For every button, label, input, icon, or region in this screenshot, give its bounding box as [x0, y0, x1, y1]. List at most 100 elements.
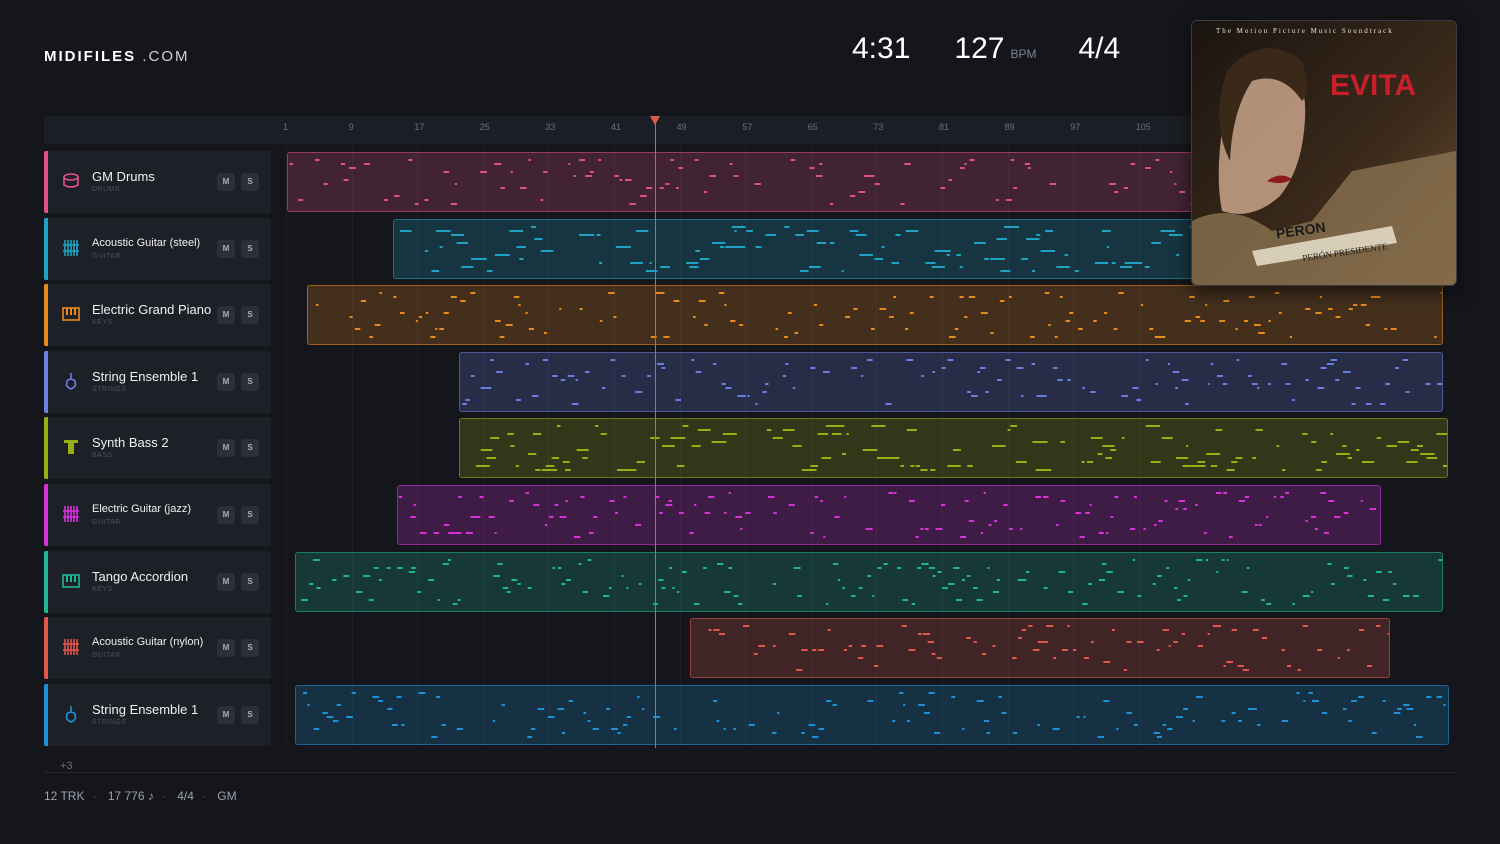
track-name: Acoustic Guitar (nylon): [92, 636, 204, 649]
track-color-bar: [44, 683, 48, 746]
solo-button[interactable]: S: [241, 506, 259, 524]
track-name: String Ensemble 1: [92, 701, 199, 717]
time-signature: 4/4: [1078, 32, 1121, 65]
track-header[interactable]: Tango Accordion KEYS M S: [44, 550, 271, 613]
track-category: STRINGS: [92, 718, 127, 726]
guitar-fretboard-icon: [62, 239, 80, 257]
mute-button[interactable]: M: [217, 239, 235, 258]
playhead-marker-icon[interactable]: [650, 116, 660, 125]
drum-icon: [62, 172, 80, 190]
ruler-tick: 65: [807, 122, 818, 132]
playhead[interactable]: [655, 116, 656, 748]
solo-button[interactable]: S: [241, 439, 259, 458]
solo-button[interactable]: S: [241, 639, 259, 658]
ruler-tick: 49: [676, 122, 687, 132]
track-header[interactable]: Electric Guitar (jazz) GUITAR M S: [44, 484, 271, 546]
track-category: KEYS: [92, 585, 113, 593]
midi-clip[interactable]: [459, 351, 1443, 412]
mute-button[interactable]: M: [217, 506, 235, 524]
time-display: 4:31: [852, 32, 911, 65]
note-pattern: [462, 358, 1442, 405]
track-header[interactable]: String Ensemble 1 STRINGS M S: [44, 683, 271, 746]
track-color-bar: [44, 617, 48, 680]
note-count: 17 776 ♪: [107, 789, 154, 803]
album-title: EVITA: [1330, 69, 1416, 102]
track-header[interactable]: Synth Bass 2 BASS M S: [44, 417, 271, 480]
track-color-bar: [44, 550, 48, 613]
ruler-tick: 97: [1070, 122, 1081, 132]
midi-clip[interactable]: [307, 285, 1443, 346]
track-color-bar: [44, 151, 48, 213]
violin-icon: [62, 372, 80, 390]
guitar-fretboard-icon: [62, 505, 80, 523]
ruler-tick: 33: [545, 122, 556, 132]
note-pattern: [315, 292, 1442, 339]
midi-clip[interactable]: [459, 418, 1448, 479]
track-color-bar: [44, 350, 48, 413]
grid-line: [286, 146, 287, 746]
solo-button[interactable]: S: [241, 306, 259, 325]
mute-button[interactable]: M: [217, 639, 235, 658]
tempo-unit: BPM: [1010, 47, 1037, 61]
mute-button[interactable]: M: [217, 572, 235, 591]
keyboard-icon: [62, 572, 80, 590]
midi-clip[interactable]: [397, 485, 1381, 545]
more-tracks-link[interactable]: +3: [60, 760, 73, 772]
tempo-value: 127: [954, 32, 1005, 65]
track-count: 12 TRK: [44, 789, 85, 803]
mute-button[interactable]: M: [217, 705, 235, 724]
track-name: Tango Accordion: [92, 568, 189, 584]
album-cover: The Motion Picture Music Soundtrack EVIT…: [1191, 20, 1457, 286]
footer-signature: 4/4: [177, 789, 194, 803]
mute-button[interactable]: M: [217, 306, 235, 325]
note-pattern: [708, 625, 1389, 672]
track-name: String Ensemble 1: [92, 368, 199, 384]
track-category: BASS: [92, 452, 113, 460]
track-header[interactable]: Acoustic Guitar (nylon) GUITAR M S: [44, 617, 271, 680]
midi-standard: GM: [217, 789, 237, 803]
track-category: GUITAR: [92, 652, 121, 660]
track-header[interactable]: Acoustic Guitar (steel) GUITAR M S: [44, 217, 271, 280]
note-pattern: [303, 691, 1446, 738]
mute-button[interactable]: M: [217, 439, 235, 458]
footer-stats: 12 TRK · 17 776 ♪ · 4/4 · GM: [44, 789, 237, 803]
ruler-tick: 81: [939, 122, 950, 132]
footer-divider: [44, 772, 1456, 773]
mute-button[interactable]: M: [217, 173, 235, 191]
violin-icon: [62, 705, 80, 723]
track-header[interactable]: String Ensemble 1 STRINGS M S: [44, 350, 271, 413]
note-pattern: [301, 558, 1442, 605]
track-name: Synth Bass 2: [92, 435, 169, 451]
midi-clip[interactable]: [295, 684, 1449, 745]
solo-button[interactable]: S: [241, 705, 259, 724]
ruler-tick: 105: [1135, 122, 1151, 132]
note-pattern: [398, 492, 1377, 538]
track-color-bar: [44, 284, 48, 347]
ruler-tick: 89: [1004, 122, 1015, 132]
solo-button[interactable]: S: [241, 372, 259, 391]
track-name: Electric Guitar (jazz): [92, 503, 192, 515]
track-category: GUITAR: [92, 252, 121, 260]
ruler-tick: 57: [742, 122, 753, 132]
track-category: KEYS: [92, 319, 113, 327]
note-pattern: [475, 425, 1447, 472]
ruler-tick: 73: [873, 122, 884, 132]
midi-clip[interactable]: [295, 551, 1443, 612]
solo-button[interactable]: S: [241, 239, 259, 258]
transport-display: 4:31 127 BPM 4/4: [852, 32, 1120, 66]
album-subtitle: The Motion Picture Music Soundtrack: [1216, 27, 1394, 35]
track-color-bar: [44, 484, 48, 546]
ruler-tick: 41: [611, 122, 622, 132]
ruler-tick: 1: [283, 122, 289, 132]
track-category: STRINGS: [92, 385, 127, 393]
track-name: Acoustic Guitar (steel): [92, 236, 201, 249]
solo-button[interactable]: S: [241, 572, 259, 591]
midi-clip[interactable]: [393, 218, 1196, 279]
track-color-bar: [44, 217, 48, 280]
track-header[interactable]: GM Drums DRUMS M S: [44, 151, 271, 213]
track-header[interactable]: Electric Grand Piano KEYS M S: [44, 284, 271, 347]
midi-clip[interactable]: [690, 618, 1390, 679]
solo-button[interactable]: S: [241, 173, 259, 191]
track-name: Electric Grand Piano: [92, 302, 212, 318]
mute-button[interactable]: M: [217, 372, 235, 391]
